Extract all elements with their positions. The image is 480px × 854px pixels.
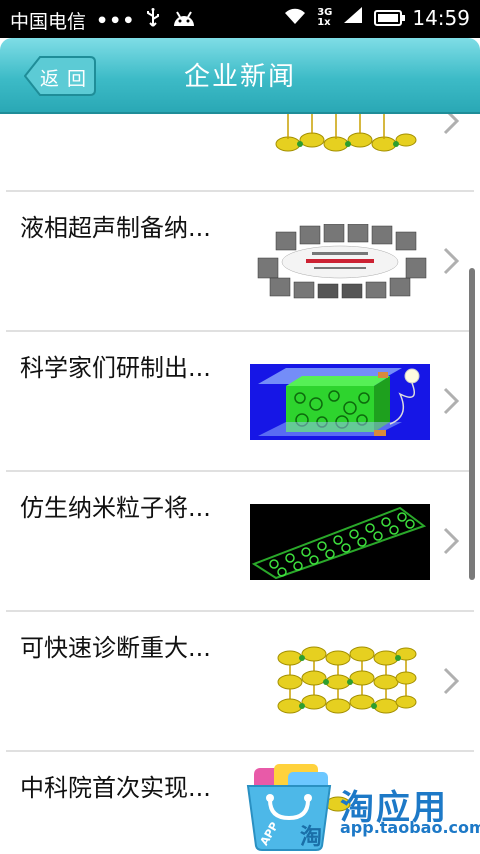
network-type: 3G 1x: [317, 6, 333, 28]
bag-char-text: 淘: [300, 824, 322, 850]
network-top-label: 3G: [317, 6, 333, 18]
news-item[interactable]: 科学家们研制出...: [6, 332, 474, 472]
news-thumbnail: [250, 114, 430, 160]
shopping-bag-logo-icon: APP 淘: [246, 764, 332, 851]
battery-icon: [374, 9, 406, 26]
news-item[interactable]: 可快速诊断重大...: [6, 612, 474, 752]
news-thumbnail: [250, 644, 430, 720]
chevron-right-icon: [443, 114, 460, 135]
clock: 14:59: [412, 5, 470, 30]
status-bar: 中国电信 ••• 3G 1x 14:59: [0, 0, 480, 38]
android-icon: [171, 8, 197, 33]
news-item[interactable]: [6, 114, 474, 192]
signal-icon: [342, 5, 364, 30]
news-item-title: 可快速诊断重大...: [20, 634, 211, 662]
watermark-url: app.taobao.com: [340, 818, 480, 837]
wifi-icon: [283, 6, 307, 30]
notification-dots: •••: [96, 9, 136, 32]
news-thumbnail: [250, 504, 430, 580]
news-thumbnail: [250, 224, 430, 300]
news-item-title: 科学家们研制出...: [20, 354, 211, 382]
news-item[interactable]: 液相超声制备纳...: [6, 192, 474, 332]
page-title: 企业新闻: [183, 62, 296, 92]
network-bottom-label: 1x: [317, 16, 331, 28]
chevron-right-icon: [443, 527, 460, 555]
chevron-right-icon: [443, 667, 460, 695]
chevron-right-icon: [443, 247, 460, 275]
news-item-title: 中科院首次实现...: [20, 774, 211, 802]
news-list[interactable]: 液相超声制备纳... 科学家们研制出... 仿生纳米粒子将... 可快速诊断重大…: [0, 114, 480, 854]
scrollbar[interactable]: [469, 268, 475, 580]
usb-icon: [145, 8, 161, 33]
title-bar: 返回 企业新闻: [0, 38, 480, 114]
news-item[interactable]: 仿生纳米粒子将...: [6, 472, 474, 612]
chevron-right-icon: [443, 387, 460, 415]
news-thumbnail: [250, 364, 430, 440]
news-item-title: 仿生纳米粒子将...: [20, 494, 211, 522]
taobao-app-watermark: APP 淘 淘应用 app.taobao.com: [240, 758, 480, 854]
news-item-title: 液相超声制备纳...: [20, 214, 211, 242]
carrier-name: 中国电信: [10, 11, 87, 33]
